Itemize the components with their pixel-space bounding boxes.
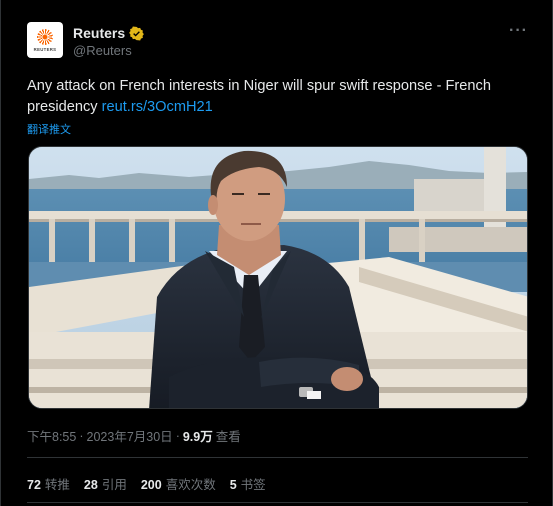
bookmarks-stat[interactable]: 5 书签 [230, 474, 266, 493]
bookmarks-label: 书签 [240, 478, 266, 492]
tweet-card: REUTERS Reuters @Reuters ··· Any attack … [0, 0, 553, 506]
author-name-row: Reuters [73, 25, 145, 41]
tweet-text: Any attack on French interests in Niger … [27, 76, 532, 117]
verified-badge-icon [129, 25, 145, 41]
meta-separator: · [79, 428, 84, 443]
bookmarks-count: 5 [229, 478, 237, 492]
author-handle[interactable]: @Reuters [73, 43, 132, 58]
quotes-count: 28 [83, 478, 98, 492]
retweets-label: 转推 [44, 478, 70, 492]
tweet-stats: 72 转推 28 引用 200 喜欢次数 5 书签 [27, 474, 266, 493]
avatar-wordmark: REUTERS [33, 46, 57, 52]
likes-stat[interactable]: 200 喜欢次数 [141, 474, 216, 493]
retweets-count: 72 [27, 478, 41, 492]
tweet-time[interactable]: 下午8:55 [27, 426, 76, 445]
likes-label: 喜欢次数 [165, 478, 216, 492]
tweet-photo[interactable] [28, 146, 528, 409]
more-horizontal-icon[interactable]: ··· [509, 22, 528, 40]
translate-tweet-link[interactable]: 翻译推文 [27, 121, 71, 137]
meta-separator: · [175, 428, 180, 443]
reuters-logo-icon [37, 28, 53, 45]
author-display-name[interactable]: Reuters [73, 25, 125, 41]
tweet-link[interactable]: reut.rs/3OcmH21 [102, 99, 213, 115]
tweet-meta: 下午8:55 · 2023年7月30日 · 9.9万 查看 [27, 426, 241, 445]
quotes-stat[interactable]: 28 引用 [84, 474, 127, 493]
photo-illustration [29, 147, 527, 408]
divider [27, 502, 528, 503]
author-avatar[interactable]: REUTERS [27, 22, 63, 58]
divider [27, 457, 528, 458]
tweet-date[interactable]: 2023年7月30日 [87, 426, 173, 445]
retweets-stat[interactable]: 72 转推 [27, 474, 70, 493]
tweet-body: Any attack on French interests in Niger … [27, 78, 491, 115]
quotes-label: 引用 [101, 478, 127, 492]
views-count: 9.9万 [182, 430, 213, 444]
views-label: 查看 [215, 430, 241, 444]
likes-count: 200 [140, 478, 162, 492]
